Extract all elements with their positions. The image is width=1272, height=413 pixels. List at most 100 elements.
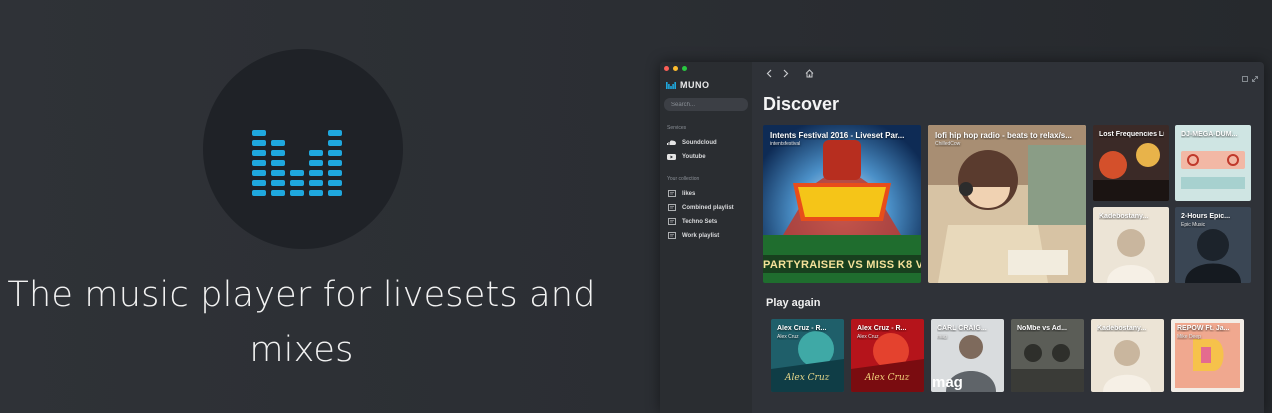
user-icon bbox=[1242, 76, 1248, 82]
sidebar-item-label: Combined playlist bbox=[682, 204, 734, 211]
equalizer-segment bbox=[328, 180, 342, 186]
equalizer-segment bbox=[252, 150, 266, 156]
user-button[interactable] bbox=[1242, 69, 1248, 87]
equalizer-segment bbox=[328, 130, 342, 136]
play-again-card[interactable]: Kadebostany... bbox=[1091, 319, 1164, 392]
equalizer-segment bbox=[309, 170, 323, 176]
equalizer-segment bbox=[271, 170, 285, 176]
card-subtitle: Alex Cruz bbox=[777, 334, 799, 340]
discover-card[interactable]: Intents Festival 2016 - Liveset Par... i… bbox=[763, 125, 921, 283]
sidebar-item-techno-sets[interactable]: Techno Sets bbox=[667, 217, 717, 226]
forward-button[interactable] bbox=[781, 68, 791, 78]
equalizer-segment bbox=[290, 190, 304, 196]
equalizer-segment bbox=[252, 140, 266, 146]
play-again-card[interactable]: CARL CRAIG... mag mag bbox=[931, 319, 1004, 392]
sidebar-item-youtube[interactable]: Youtube bbox=[667, 152, 706, 161]
equalizer-segment bbox=[271, 140, 285, 146]
card-title: Kadebostany... bbox=[1099, 213, 1149, 220]
album-art-image bbox=[928, 125, 1086, 283]
equalizer-segment bbox=[328, 140, 342, 146]
card-subtitle: Epic Music bbox=[1181, 222, 1206, 228]
sidebar-item-combined-playlist[interactable]: Combined playlist bbox=[667, 203, 734, 212]
sidebar-item-likes[interactable]: likes bbox=[667, 189, 695, 198]
equalizer-segment bbox=[328, 160, 342, 166]
card-art-text: Alex Cruz bbox=[865, 373, 910, 383]
soundcloud-icon bbox=[667, 139, 676, 147]
equalizer-segment bbox=[328, 150, 342, 156]
discover-card[interactable]: Kadebostany... bbox=[1093, 207, 1169, 283]
equalizer-segment bbox=[290, 170, 304, 176]
equalizer-segment bbox=[252, 160, 266, 166]
equalizer-segment bbox=[309, 150, 323, 156]
sidebar-item-label: likes bbox=[682, 190, 696, 197]
equalizer-segment bbox=[252, 190, 266, 196]
equalizer-segment bbox=[328, 190, 342, 196]
card-title: Kadebostany... bbox=[1097, 325, 1147, 332]
equalizer-logo-icon bbox=[252, 130, 342, 196]
home-button[interactable] bbox=[804, 68, 814, 78]
card-title: Alex Cruz - R... bbox=[777, 325, 827, 332]
tagline-line-2: mixes bbox=[249, 330, 354, 370]
card-art-text: mag bbox=[932, 374, 963, 391]
card-title: Alex Cruz - R... bbox=[857, 325, 907, 332]
play-again-card[interactable]: Alex Cruz - R... Alex Cruz Alex Cruz bbox=[771, 319, 844, 392]
card-title: REPOW Ft. Ja... bbox=[1177, 325, 1230, 332]
sidebar-item-label: Work playlist bbox=[682, 232, 720, 239]
card-title: NoMbe vs Ad... bbox=[1017, 325, 1067, 332]
card-subtitle: ChilledCow bbox=[935, 141, 961, 147]
back-button[interactable] bbox=[764, 68, 774, 78]
chevron-left-icon bbox=[766, 69, 772, 77]
play-again-card[interactable]: REPOW Ft. Ja... Mike Deep bbox=[1171, 319, 1244, 392]
playlist-icon bbox=[667, 232, 676, 240]
equalizer-segment bbox=[309, 160, 323, 166]
chevron-right-icon bbox=[783, 69, 789, 77]
collection-label: Your collection bbox=[667, 176, 700, 182]
search-input[interactable] bbox=[664, 98, 748, 111]
window-tools bbox=[1242, 69, 1258, 87]
equalizer-segment bbox=[271, 180, 285, 186]
playlist-icon bbox=[667, 218, 676, 226]
nav-toolbar bbox=[764, 68, 814, 78]
card-subtitle: Alex Cruz bbox=[857, 334, 879, 340]
sidebar-item-label: Techno Sets bbox=[682, 218, 718, 225]
brand-name: MUNO bbox=[680, 80, 710, 90]
equalizer-segment bbox=[328, 170, 342, 176]
play-again-card[interactable]: Alex Cruz - R... Alex Cruz Alex Cruz bbox=[851, 319, 924, 392]
card-subtitle: Mike Deep bbox=[1177, 334, 1201, 340]
services-label: Services bbox=[667, 125, 687, 131]
sidebar-item-label: Soundcloud bbox=[682, 139, 717, 146]
fullscreen-button[interactable] bbox=[1252, 69, 1258, 87]
card-title: Intents Festival 2016 - Liveset Par... bbox=[770, 131, 905, 140]
sidebar-item-soundcloud[interactable]: Soundcloud bbox=[667, 138, 717, 147]
equalizer-segment bbox=[290, 180, 304, 186]
play-again-card[interactable]: NoMbe vs Ad... bbox=[1011, 319, 1084, 392]
equalizer-segment bbox=[252, 180, 266, 186]
equalizer-segment bbox=[309, 190, 323, 196]
maximize-window-button[interactable] bbox=[682, 66, 687, 71]
card-title: lofi hip hop radio - beats to relax/s... bbox=[935, 131, 1072, 140]
discover-card[interactable]: Lost Frequencies Live... bbox=[1093, 125, 1169, 201]
tagline: The music player for livesets and mixes bbox=[0, 268, 603, 378]
main-content: Discover Intents Festival 2016 - Liveset… bbox=[752, 62, 1264, 413]
brand: MUNO bbox=[666, 80, 710, 90]
card-title: Lost Frequencies Live... bbox=[1099, 131, 1164, 138]
discover-card[interactable]: DJ-MEGA-DUM... bbox=[1175, 125, 1251, 201]
discover-card[interactable]: 2-Hours Epic... Epic Music bbox=[1175, 207, 1251, 283]
card-subtitle: mag bbox=[937, 334, 947, 340]
home-icon bbox=[805, 68, 813, 77]
card-title: 2-Hours Epic... bbox=[1181, 213, 1231, 220]
discover-card[interactable]: lofi hip hop radio - beats to relax/s...… bbox=[928, 125, 1086, 283]
equalizer-segment bbox=[271, 190, 285, 196]
sidebar-item-label: Youtube bbox=[682, 153, 706, 160]
app-window: MUNO Services Soundcloud Youtube Your co… bbox=[660, 62, 1264, 413]
equalizer-segment bbox=[252, 170, 266, 176]
window-controls bbox=[664, 66, 687, 71]
card-title: CARL CRAIG... bbox=[937, 325, 987, 332]
sidebar-item-work-playlist[interactable]: Work playlist bbox=[667, 231, 719, 240]
equalizer-segment bbox=[271, 160, 285, 166]
close-window-button[interactable] bbox=[664, 66, 669, 71]
discover-heading: Discover bbox=[763, 94, 840, 114]
play-again-heading: Play again bbox=[766, 297, 821, 309]
expand-icon bbox=[1252, 76, 1258, 82]
minimize-window-button[interactable] bbox=[673, 66, 678, 71]
